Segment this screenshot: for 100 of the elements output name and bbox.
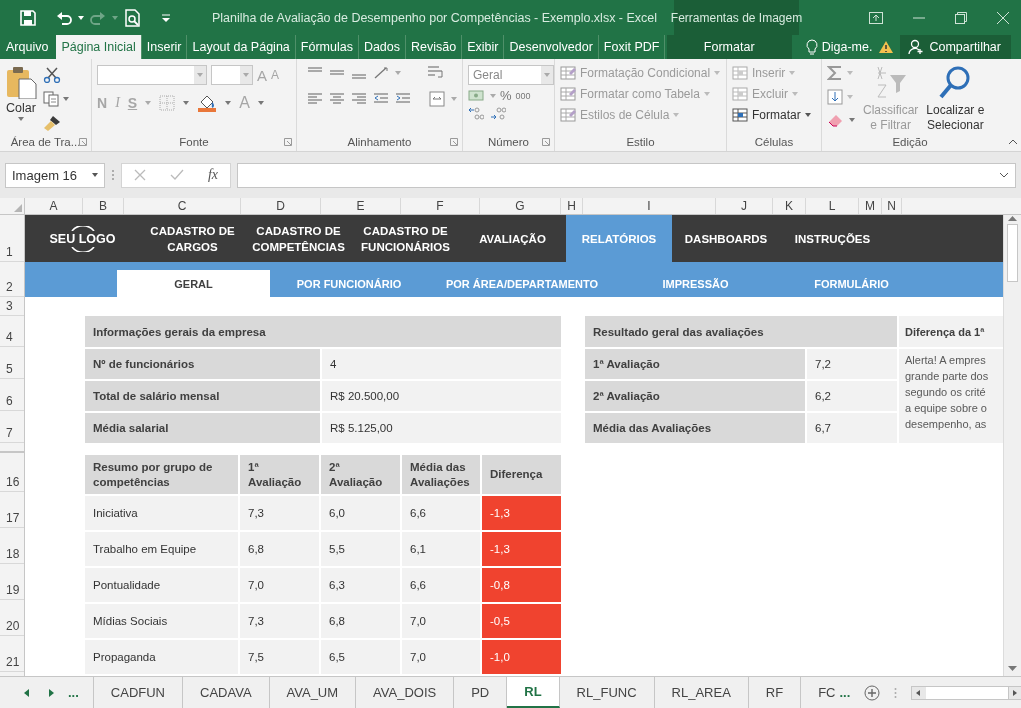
expand-icon[interactable]: [999, 172, 1009, 178]
scroll-left-icon[interactable]: [24, 688, 29, 697]
scissors-icon[interactable]: [43, 67, 61, 83]
row-header[interactable]: 17: [0, 492, 24, 528]
row-header[interactable]: 4: [0, 316, 24, 347]
column-header[interactable]: E: [321, 198, 401, 214]
align-right-icon[interactable]: [351, 92, 367, 106]
find-select-button[interactable]: Localizar e Selecionar: [926, 65, 985, 133]
tell-me-field[interactable]: Diga-me.: [821, 40, 873, 54]
format-cells-icon[interactable]: [732, 107, 748, 123]
customize-toolbar-icon[interactable]: [162, 13, 170, 22]
nav-tab[interactable]: AVALIAÇÃO: [459, 215, 566, 262]
thousands-style[interactable]: 000: [515, 90, 531, 101]
row-header[interactable]: 7: [0, 411, 24, 443]
warning-icon[interactable]: [878, 40, 895, 54]
cancel-icon[interactable]: [133, 169, 146, 181]
fill-color-icon[interactable]: [197, 94, 218, 112]
cells-command[interactable]: Formatar: [732, 107, 816, 123]
splitter-icon[interactable]: [894, 686, 898, 699]
sheet-tab[interactable]: AVA_DOIS: [356, 677, 455, 708]
sheet-tab[interactable]: CADAVA: [183, 677, 270, 708]
sheet-tab[interactable]: FC: [801, 677, 840, 708]
row-header[interactable]: 3: [0, 297, 24, 316]
merge-cells-icon[interactable]: [429, 91, 445, 107]
more-options-icon[interactable]: [111, 169, 115, 181]
column-header[interactable]: B: [83, 198, 124, 214]
paste-button[interactable]: Colar: [5, 65, 37, 133]
sheet-tab[interactable]: RL: [507, 677, 560, 708]
column-header[interactable]: D: [241, 198, 321, 214]
copy-icon[interactable]: [43, 91, 59, 107]
horizontal-scrollbar[interactable]: [911, 685, 1021, 700]
sheet-tab[interactable]: CADFUN: [93, 677, 183, 708]
column-header[interactable]: G: [480, 198, 561, 214]
nav-tab[interactable]: CADASTRO DE COMPETÊNCIAS: [245, 215, 352, 262]
collapse-ribbon-icon[interactable]: [1008, 139, 1018, 145]
sheet-tab[interactable]: RL_FUNC: [559, 677, 655, 708]
scroll-right-icon[interactable]: [49, 688, 54, 697]
share-button[interactable]: Compartilhar: [900, 35, 1011, 59]
currency-icon[interactable]: [468, 88, 486, 103]
sheet-tab[interactable]: RL_AREA: [654, 677, 749, 708]
scroll-thumb[interactable]: [1007, 224, 1018, 282]
sheet-tab[interactable]: AVA_UM: [269, 677, 357, 708]
column-header[interactable]: L: [806, 198, 859, 214]
column-header[interactable]: I: [583, 198, 716, 214]
save-icon[interactable]: [20, 9, 36, 26]
wrap-text-icon[interactable]: [427, 65, 443, 81]
ribbon-display-icon[interactable]: [869, 11, 883, 24]
add-sheet-icon[interactable]: [864, 684, 881, 701]
row-header[interactable]: 18: [0, 528, 24, 564]
decrease-indent-icon[interactable]: [373, 92, 389, 106]
subnav-tab[interactable]: GERAL: [117, 270, 270, 297]
maximize-icon[interactable]: [955, 11, 967, 24]
column-header[interactable]: H: [561, 198, 583, 214]
percent-style[interactable]: %: [500, 88, 512, 103]
column-header[interactable]: A: [25, 198, 83, 214]
font-size-field[interactable]: [211, 65, 253, 85]
row-header[interactable]: 21: [0, 636, 24, 672]
align-center-icon[interactable]: [329, 92, 345, 106]
row-header[interactable]: 5: [0, 347, 24, 379]
eraser-icon[interactable]: [827, 113, 845, 127]
redo-icon[interactable]: [90, 9, 106, 26]
orientation-icon[interactable]: [373, 66, 389, 80]
more-sheets[interactable]: ...: [68, 677, 94, 708]
dialog-launcher-icon[interactable]: [79, 138, 87, 146]
number-format-field[interactable]: Geral: [468, 65, 554, 85]
format-painter-icon[interactable]: [43, 115, 61, 131]
column-header[interactable]: K: [773, 198, 806, 214]
clipboard-icon[interactable]: [5, 65, 37, 99]
name-box[interactable]: Imagem 16: [5, 162, 105, 188]
column-header[interactable]: F: [401, 198, 480, 214]
scroll-down-icon[interactable]: [1008, 666, 1017, 672]
row-header[interactable]: 16: [0, 453, 24, 492]
more-sheets[interactable]: ...: [839, 677, 865, 708]
nav-tab[interactable]: DASHBOARDS: [672, 215, 780, 262]
column-header[interactable]: C: [124, 198, 241, 214]
enter-icon[interactable]: [169, 169, 184, 181]
print-preview-icon[interactable]: [124, 8, 142, 27]
column-header[interactable]: N: [882, 198, 902, 214]
align-left-icon[interactable]: [307, 92, 323, 106]
ribbon-tab[interactable]: Arquivo: [0, 35, 57, 59]
row-header[interactable]: 6: [0, 379, 24, 411]
person-add-icon[interactable]: [908, 39, 925, 55]
ribbon-tab[interactable]: Página Inicial: [56, 35, 142, 59]
nav-tab[interactable]: INSTRUÇÕES: [780, 215, 885, 262]
close-icon[interactable]: [997, 11, 1009, 24]
ribbon-tab[interactable]: Formatar: [666, 35, 792, 59]
sheet-tab[interactable]: RF: [748, 677, 802, 708]
lightbulb-icon[interactable]: [805, 39, 818, 55]
row-header[interactable]: 2: [0, 262, 24, 297]
row-header[interactable]: 1: [0, 215, 24, 262]
dialog-launcher-icon[interactable]: [542, 138, 550, 146]
dialog-launcher-icon[interactable]: [450, 138, 458, 146]
nav-tab[interactable]: CADASTRO DE CARGOS: [140, 215, 245, 262]
decrease-decimal-icon[interactable]: [490, 106, 506, 120]
formula-input[interactable]: [237, 162, 1016, 188]
column-header[interactable]: J: [716, 198, 773, 214]
nav-tab[interactable]: CADASTRO DE FUNCIONÁRIOS: [352, 215, 459, 262]
select-all-icon[interactable]: [14, 204, 22, 212]
font-name-field[interactable]: [97, 65, 207, 85]
increase-decimal-icon[interactable]: [468, 106, 484, 120]
